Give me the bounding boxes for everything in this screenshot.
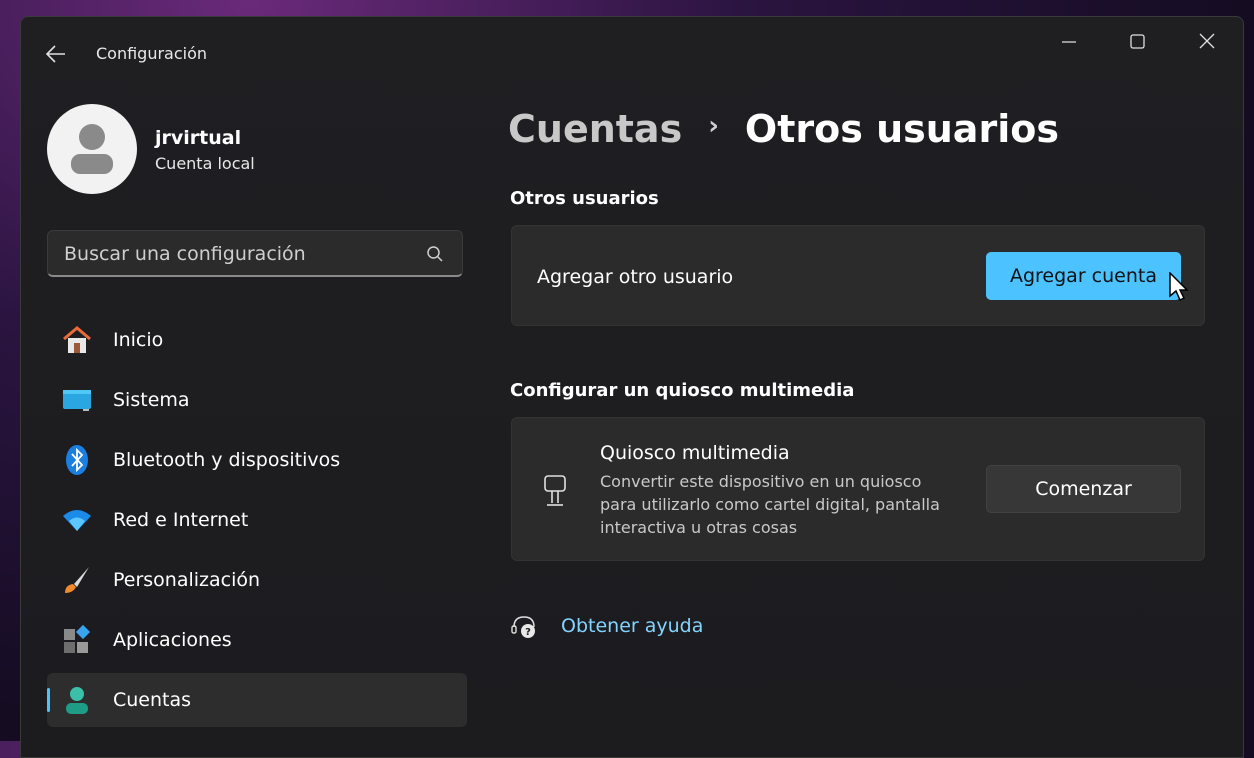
title-bar: Configuración: [21, 17, 1243, 89]
add-user-card: Agregar otro usuario Agregar cuenta: [511, 225, 1205, 326]
page-title: Otros usuarios: [744, 107, 1059, 151]
sidebar-item-label: Sistema: [113, 389, 190, 411]
selection-indicator: [47, 688, 50, 712]
bluetooth-icon: [66, 445, 88, 475]
sidebar-item-personalizacion[interactable]: Personalización: [47, 553, 467, 607]
sidebar-item-label: Personalización: [113, 569, 261, 591]
minimize-icon: [1062, 41, 1076, 43]
section-title-otros-usuarios: Otros usuarios: [510, 188, 659, 209]
home-icon: [63, 326, 91, 353]
chevron-right-icon: ›: [708, 110, 719, 141]
back-button[interactable]: [43, 43, 69, 65]
avatar[interactable]: [47, 104, 137, 194]
sidebar-item-label: Inicio: [113, 329, 164, 351]
settings-window: Configuración jrvirtual Cuenta local Bus…: [20, 16, 1244, 758]
sidebar-item-sistema[interactable]: Sistema: [47, 373, 467, 427]
sidebar-item-label: Bluetooth y dispositivos: [113, 449, 341, 471]
account-type: Cuenta local: [155, 154, 255, 173]
app-title: Configuración: [96, 44, 208, 63]
maximize-icon: [1130, 34, 1145, 49]
close-icon: [1199, 33, 1215, 49]
sidebar-nav: Inicio Sistema Bluetooth y dispositivos …: [47, 313, 467, 733]
kiosk-icon: [544, 475, 566, 506]
kiosk-description: Convertir este dispositivo en un quiosco…: [600, 472, 940, 537]
breadcrumb: Cuentas › Otros usuarios: [508, 107, 1059, 151]
user-silhouette-icon: [71, 124, 113, 174]
wifi-icon: [63, 510, 91, 531]
sidebar-item-label: Red e Internet: [113, 509, 249, 531]
add-account-button[interactable]: Agregar cuenta: [986, 252, 1181, 300]
system-icon: [63, 390, 91, 411]
kiosk-title: Quiosco multimedia: [600, 442, 790, 464]
back-arrow-icon: [45, 45, 65, 63]
minimize-button[interactable]: [1045, 31, 1091, 61]
search-box[interactable]: Buscar una configuración: [47, 230, 463, 277]
kiosk-card: Quiosco multimedia Convertir este dispos…: [511, 417, 1205, 561]
start-kiosk-button[interactable]: Comenzar: [986, 465, 1181, 513]
user-name: jrvirtual: [155, 127, 242, 149]
search-input[interactable]: Buscar una configuración: [64, 243, 306, 265]
apps-icon: [64, 624, 91, 653]
breadcrumb-parent[interactable]: Cuentas: [508, 107, 682, 151]
sidebar-item-label: Cuentas: [113, 689, 192, 711]
sidebar-item-red[interactable]: Red e Internet: [47, 493, 467, 547]
get-help-link[interactable]: Obtener ayuda: [561, 615, 703, 637]
sidebar-item-bluetooth[interactable]: Bluetooth y dispositivos: [47, 433, 467, 487]
sidebar-item-inicio[interactable]: Inicio: [47, 313, 467, 367]
sidebar-item-label: Aplicaciones: [113, 629, 232, 651]
sidebar-item-cuentas[interactable]: Cuentas: [47, 673, 467, 727]
close-button[interactable]: [1183, 31, 1229, 61]
mouse-cursor-icon: [1169, 272, 1189, 302]
sidebar-item-aplicaciones[interactable]: Aplicaciones: [47, 613, 467, 667]
brush-icon: [65, 567, 89, 593]
accounts-icon: [66, 687, 88, 714]
section-title-kiosk: Configurar un quiosco multimedia: [510, 380, 855, 401]
add-user-label: Agregar otro usuario: [537, 266, 734, 288]
help-icon[interactable]: ?: [510, 613, 538, 641]
maximize-button[interactable]: [1114, 31, 1160, 61]
svg-text:?: ?: [525, 627, 531, 638]
search-icon[interactable]: [426, 245, 444, 263]
